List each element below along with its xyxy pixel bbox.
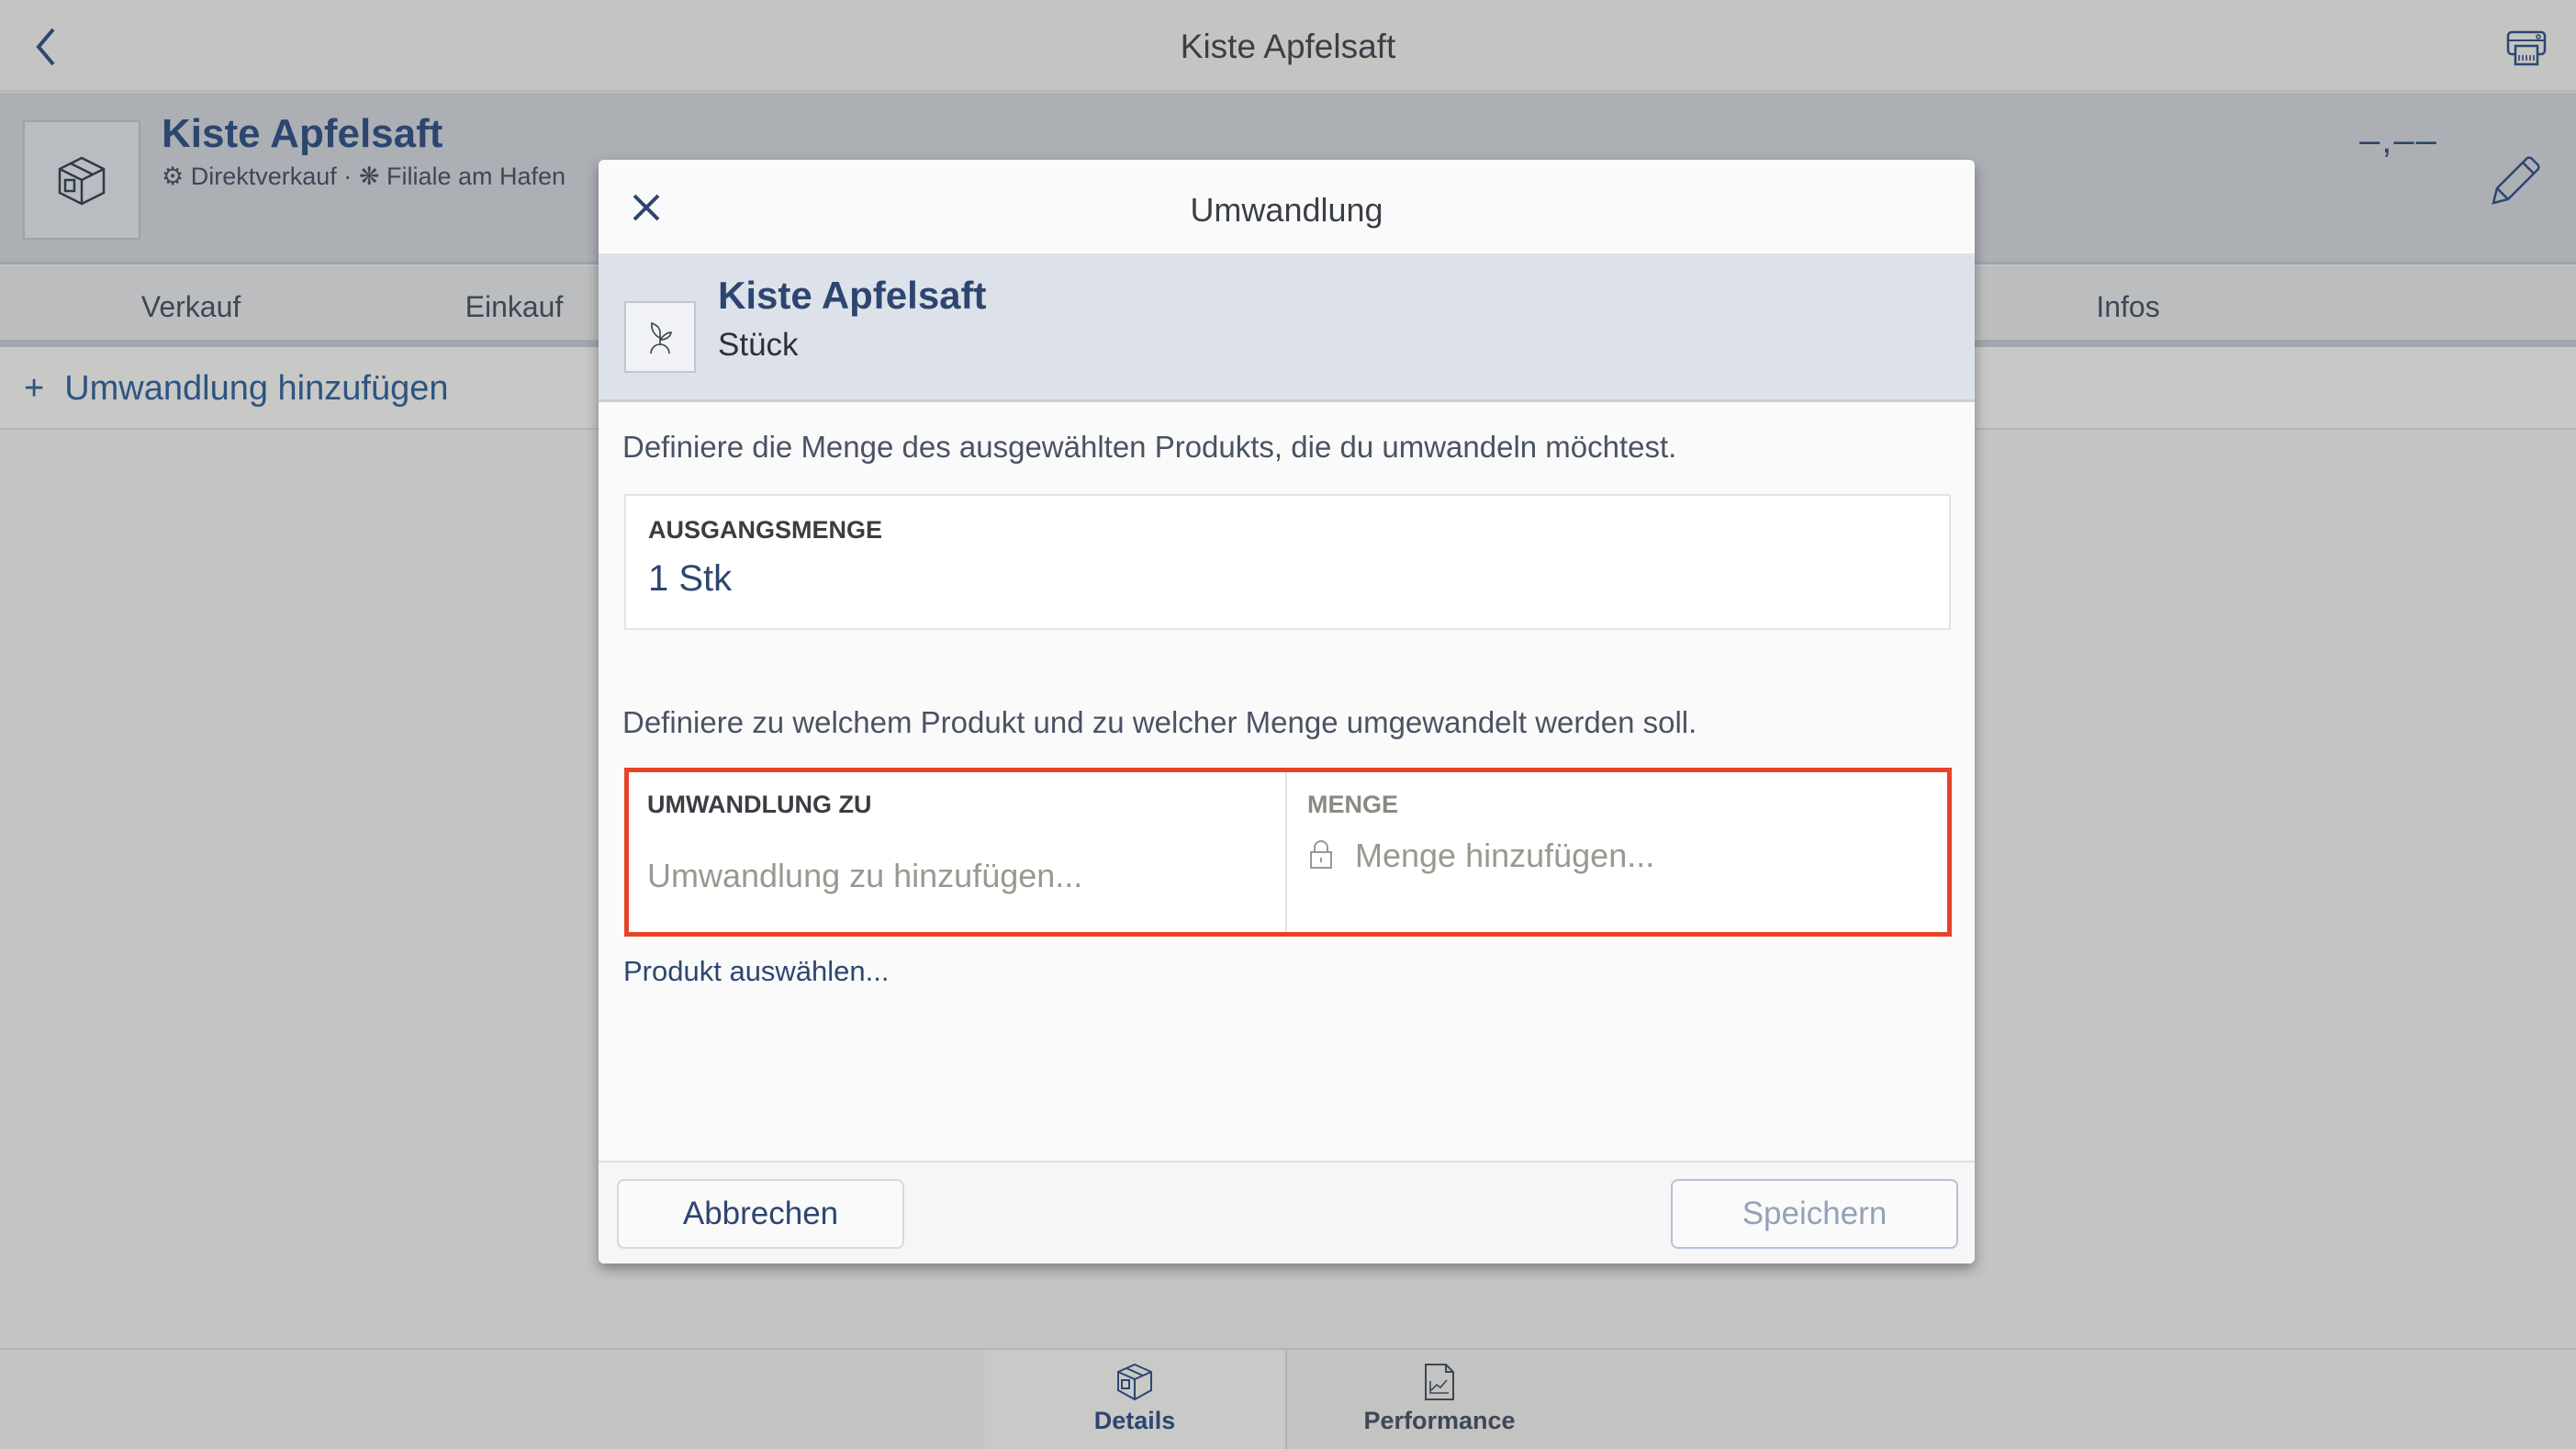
target-fields-group: UMWANDLUNG ZU Umwandlung zu hinzufügen..… <box>624 768 1952 937</box>
nav-performance[interactable]: Performance <box>1288 1350 1591 1449</box>
dialog-footer: Abbrechen Speichern <box>599 1161 1975 1264</box>
select-product-link[interactable]: Produkt auswählen... <box>623 955 890 988</box>
selected-product: Kiste Apfelsaft Stück <box>599 255 1975 402</box>
target-product-field[interactable]: UMWANDLUNG ZU Umwandlung zu hinzufügen..… <box>629 772 1287 932</box>
sprout-icon <box>650 321 672 354</box>
sales-gear-icon: ⚙ <box>162 163 185 190</box>
tab-verkauf[interactable]: Verkauf <box>141 290 241 324</box>
product-subtitle: ⚙ Direktverkauf · ❋ Filiale am Hafen <box>162 163 566 191</box>
product-title: Kiste Apfelsaft <box>162 111 443 156</box>
network-icon: ❋ <box>358 163 380 190</box>
target-product-label: UMWANDLUNG ZU <box>647 791 872 818</box>
separator: · <box>343 163 353 190</box>
top-bar: Kiste Apfelsaft <box>0 0 2576 92</box>
channel-label: Direktverkauf <box>190 163 337 190</box>
box-icon <box>1117 1363 1152 1401</box>
source-quantity-field[interactable]: AUSGANGSMENGE 1 Stk <box>624 494 1951 630</box>
dialog-title: Umwandlung <box>1190 191 1383 229</box>
location-label: Filiale am Hafen <box>386 163 566 190</box>
selected-product-unit: Stück <box>718 327 799 363</box>
quantity-placeholder: Menge hinzufügen... <box>1355 837 1655 874</box>
selected-product-name: Kiste Apfelsaft <box>718 274 987 317</box>
nav-details-label: Details <box>1093 1407 1176 1434</box>
quantity-label: MENGE <box>1307 791 1399 818</box>
nav-details[interactable]: Details <box>984 1350 1287 1449</box>
quantity-field[interactable]: MENGE Menge hinzufügen... <box>1289 772 1947 932</box>
print-button[interactable] <box>2506 29 2547 71</box>
nav-performance-label: Performance <box>1363 1407 1516 1434</box>
box-icon <box>58 156 106 206</box>
target-product-placeholder: Umwandlung zu hinzufügen... <box>647 857 1083 894</box>
bottom-nav: Details Performance <box>0 1348 2576 1449</box>
edit-button[interactable] <box>2490 155 2541 211</box>
product-thumbnail <box>23 120 140 240</box>
pencil-icon <box>2492 156 2540 205</box>
cancel-button[interactable]: Abbrechen <box>617 1179 904 1249</box>
source-quantity-value: 1 Stk <box>648 558 733 599</box>
plus-icon: + <box>24 369 45 408</box>
dialog-header: Umwandlung <box>599 160 1975 255</box>
source-quantity-label: AUSGANGSMENGE <box>648 516 883 544</box>
tab-infos[interactable]: Infos <box>2096 290 2159 324</box>
price: –,–– <box>2359 120 2438 161</box>
page-title: Kiste Apfelsaft <box>1180 28 1396 65</box>
label-printer-icon <box>2506 30 2547 66</box>
add-conversion-label: Umwandlung hinzufügen <box>64 369 449 408</box>
tab-einkauf[interactable]: Einkauf <box>465 290 564 324</box>
product-icon-box <box>624 301 696 373</box>
chart-document-icon <box>1425 1364 1454 1400</box>
save-button[interactable]: Speichern <box>1671 1179 1958 1249</box>
source-description: Definiere die Menge des ausgewählten Pro… <box>622 430 1677 464</box>
lock-icon <box>1310 840 1332 869</box>
target-description: Definiere zu welchem Produkt und zu welc… <box>622 705 1697 739</box>
conversion-dialog: Umwandlung Kiste Apfelsaft Stück Definie… <box>599 160 1975 1264</box>
